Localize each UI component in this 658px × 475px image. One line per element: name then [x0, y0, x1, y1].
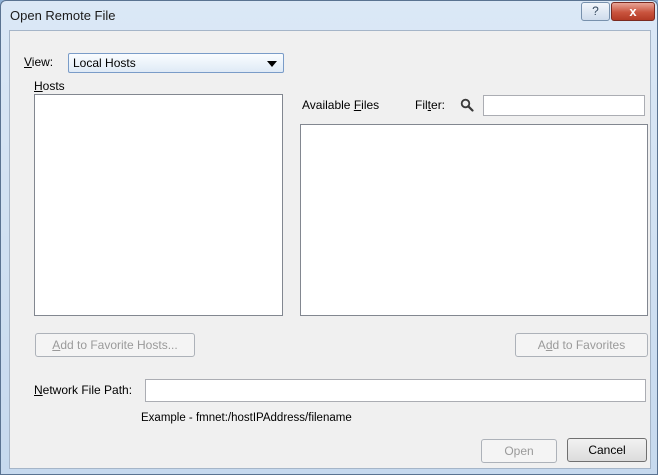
available-files-label: Available Files — [302, 98, 380, 112]
add-to-favorite-hosts-button[interactable]: Add to Favorite Hosts... — [35, 333, 195, 357]
title-bar[interactable]: Open Remote File ? x — [1, 1, 657, 29]
network-file-path-input[interactable] — [145, 379, 646, 402]
help-icon: ? — [592, 4, 599, 18]
search-icon — [460, 98, 474, 112]
dialog-body: View: Local Hosts Hosts Available Files … — [9, 30, 651, 469]
help-button[interactable]: ? — [581, 2, 610, 21]
open-button[interactable]: Open — [481, 439, 557, 463]
network-file-path-label: Network File Path: — [34, 383, 133, 397]
hosts-label: Hosts — [34, 79, 65, 93]
chevron-down-icon — [267, 61, 277, 67]
dialog-title: Open Remote File — [10, 8, 116, 23]
hosts-list[interactable] — [34, 94, 283, 316]
example-text: Example - fmnet:/hostIPAddress/filename — [141, 412, 352, 424]
add-to-favorites-button[interactable]: Add to Favorites — [515, 333, 648, 357]
available-files-list[interactable] — [300, 124, 648, 316]
close-button[interactable]: x — [611, 2, 655, 21]
open-remote-file-dialog: Open Remote File ? x View: Local Hosts H… — [0, 0, 658, 475]
filter-label: Filter: — [415, 98, 446, 112]
view-dropdown[interactable]: Local Hosts — [68, 53, 284, 73]
filter-input[interactable] — [483, 95, 645, 116]
close-icon: x — [629, 4, 637, 19]
cancel-button[interactable]: Cancel — [567, 438, 647, 462]
view-label: View: — [24, 55, 54, 69]
view-dropdown-value: Local Hosts — [73, 56, 136, 70]
